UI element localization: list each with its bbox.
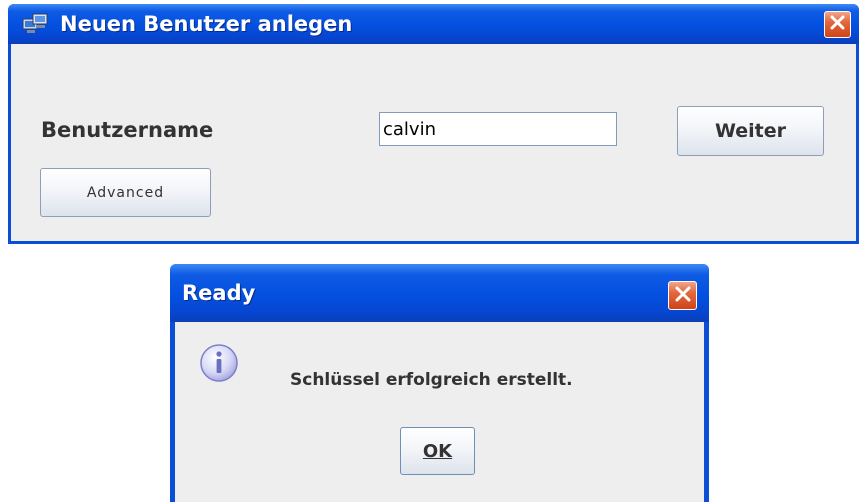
dialog-content: Schlüssel erfolgreich erstellt. OK (175, 322, 704, 502)
dialog-message: Schlüssel erfolgreich erstellt. (290, 370, 573, 390)
main-window: Neuen Benutzer anlegen Benutzername Weit… (8, 4, 859, 244)
ok-button[interactable]: OK (400, 427, 475, 475)
main-close-button[interactable] (824, 11, 851, 38)
next-button-label: Weiter (714, 120, 787, 142)
username-input[interactable] (379, 112, 617, 146)
close-icon (675, 286, 691, 306)
main-window-title: Neuen Benutzer anlegen (60, 12, 353, 36)
network-computers-icon (22, 12, 50, 36)
dialog-close-button[interactable] (668, 281, 697, 310)
ready-dialog: Ready Schlüssel erfolgreich erstellt. OK (170, 264, 709, 502)
advanced-button-label: Advanced (86, 184, 165, 201)
main-window-titlebar[interactable]: Neuen Benutzer anlegen (8, 4, 859, 44)
dialog-title: Ready (182, 281, 256, 305)
ok-button-label: OK (422, 440, 453, 462)
dialog-titlebar[interactable]: Ready (170, 264, 709, 322)
username-label: Benutzername (41, 118, 214, 142)
main-window-content: Benutzername Weiter Advanced (11, 44, 856, 241)
advanced-button[interactable]: Advanced (40, 168, 211, 217)
next-button[interactable]: Weiter (677, 106, 824, 156)
close-icon (830, 15, 845, 34)
info-icon (199, 343, 239, 383)
